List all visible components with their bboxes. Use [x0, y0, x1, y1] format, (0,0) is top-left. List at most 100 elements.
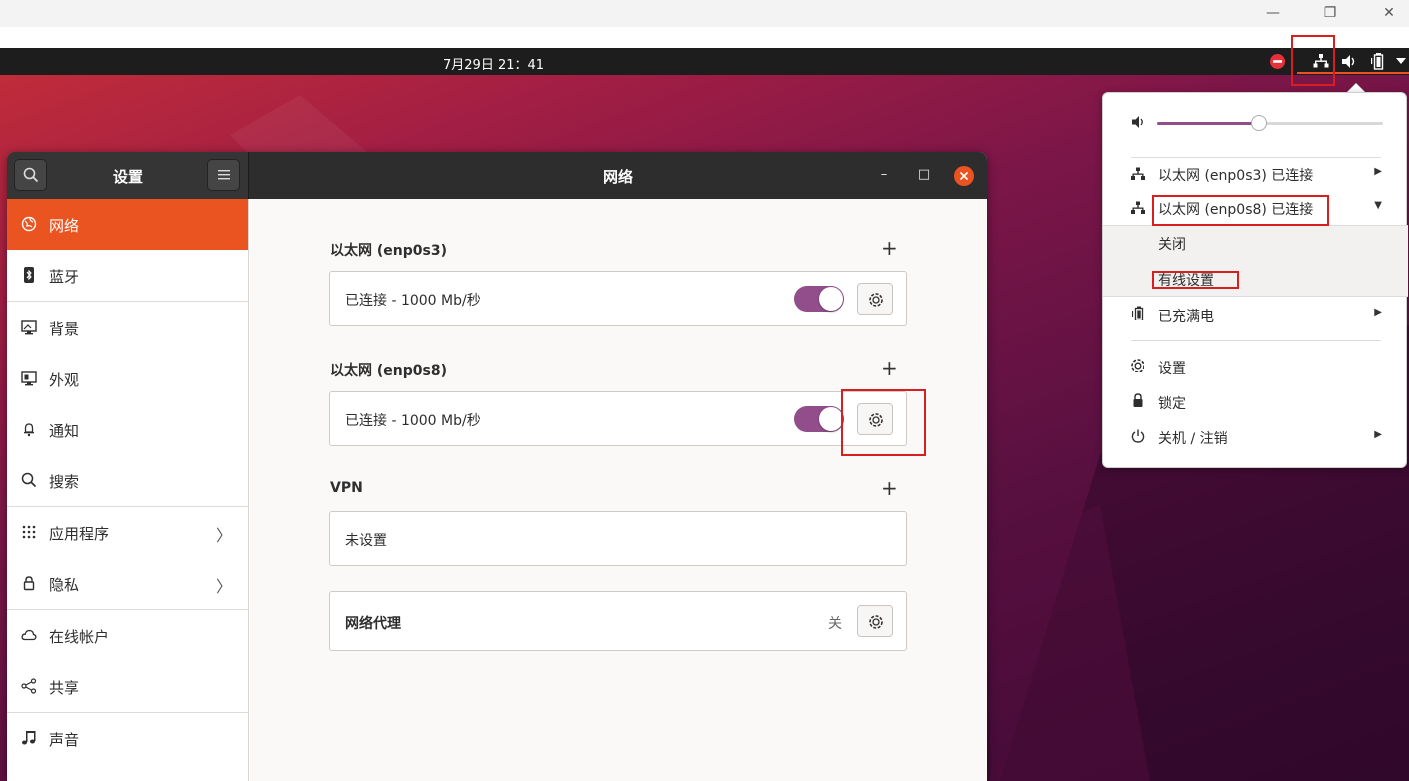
volume-slider-handle[interactable]: [1250, 115, 1267, 131]
menu-item-label: 设置: [1158, 361, 1186, 377]
chevron-down-icon: ▼: [1374, 200, 1382, 211]
battery-icon: [1132, 306, 1144, 320]
hamburger-icon: [218, 170, 230, 180]
section-title-enp0s3: 以太网 (enp0s3): [330, 243, 447, 259]
battery-icon[interactable]: [1370, 52, 1388, 71]
enp0s3-status: 已连接 - 1000 Mb/秒: [345, 293, 481, 309]
menu-item-label: 关机 / 注销: [1158, 431, 1228, 447]
sidebar-item-label: 声音: [49, 731, 80, 749]
sidebar-item-network[interactable]: 网络: [7, 199, 248, 250]
menu-item-power[interactable]: 关机 / 注销 ▶: [1103, 420, 1408, 454]
sidebar-item-sharing[interactable]: 共享: [7, 661, 248, 712]
sidebar-item-label: 应用程序: [49, 525, 110, 543]
settings-sidebar: 网络 蓝牙 背景 外观 通知 搜索 应用程序 〉 隐私 〉 在线帐户 共享 声音: [7, 199, 249, 781]
sidebar-item-online-accounts[interactable]: 在线帐户: [7, 610, 248, 661]
menu-item-lock[interactable]: 锁定: [1103, 385, 1408, 419]
sidebar-item-label: 通知: [49, 422, 80, 440]
menu-item-label: 关闭: [1158, 237, 1186, 253]
menu-item-turn-off[interactable]: 关闭: [1103, 226, 1408, 260]
chevron-right-icon: ▶: [1374, 307, 1382, 318]
system-menu-arrow-icon[interactable]: [1396, 58, 1406, 77]
host-close-button[interactable]: ✕: [1374, 4, 1404, 22]
menu-item-settings[interactable]: 设置: [1103, 350, 1408, 384]
network-proxy-value: 关: [828, 616, 842, 632]
sidebar-item-appearance[interactable]: 外观: [7, 353, 248, 404]
section-title-vpn: VPN: [330, 480, 363, 496]
section-title-enp0s8: 以太网 (enp0s8): [330, 363, 447, 379]
clock[interactable]: 7月29日 21：41: [443, 54, 544, 73]
system-menu: 以太网 (enp0s3) 已连接 ▶ 以太网 (enp0s8) 已连接 ▼ 关闭…: [1102, 92, 1408, 468]
window-close-button[interactable]: [954, 166, 974, 186]
add-enp0s3-button[interactable]: +: [881, 238, 898, 258]
annotation-box-enp0s8-gear: [841, 389, 926, 456]
gear-icon: [1131, 359, 1144, 372]
network-proxy-settings-button[interactable]: [857, 605, 893, 637]
menu-item-label: 以太网 (enp0s3) 已连接: [1158, 168, 1314, 184]
menu-item-wired-settings[interactable]: 有线设置: [1103, 262, 1408, 296]
annotation-box-wired-settings: [1152, 271, 1239, 289]
volume-icon[interactable]: [1341, 54, 1357, 73]
enp0s3-settings-button[interactable]: [857, 283, 893, 315]
network-wired-icon: [1131, 167, 1145, 180]
sidebar-item-applications[interactable]: 应用程序 〉: [7, 507, 248, 558]
volume-icon: [1132, 116, 1143, 128]
vpn-status: 未设置: [345, 533, 387, 549]
sidebar-item-label: 搜索: [49, 473, 80, 491]
vpn-row: 未设置: [329, 511, 907, 566]
sidebar-item-background[interactable]: 背景: [7, 302, 248, 353]
add-enp0s8-button[interactable]: +: [881, 358, 898, 378]
sidebar-item-label: 背景: [49, 320, 80, 338]
gear-icon: [869, 615, 883, 629]
host-toolbar: [0, 27, 1409, 48]
network-content-panel: 以太网 (enp0s3) + 已连接 - 1000 Mb/秒 以太网 (enp0…: [250, 199, 987, 781]
add-vpn-button[interactable]: +: [881, 478, 898, 498]
chevron-right-icon: 〉: [215, 577, 232, 596]
sidebar-item-privacy[interactable]: 隐私 〉: [7, 558, 248, 609]
sidebar-header: 设置: [7, 152, 249, 199]
top-panel: 7月29日 21：41: [0, 48, 1409, 75]
lock-icon: [23, 576, 35, 591]
sidebar-item-search[interactable]: 搜索: [7, 455, 248, 506]
sidebar-item-notifications[interactable]: 通知: [7, 404, 248, 455]
enp0s3-row: 已连接 - 1000 Mb/秒: [329, 271, 907, 326]
sidebar-item-sound[interactable]: 声音: [7, 713, 248, 764]
sidebar-item-label: 在线帐户: [49, 628, 110, 646]
share-icon: [21, 678, 37, 694]
window-minimize-button[interactable]: –: [874, 165, 894, 185]
bluetooth-icon: [24, 267, 34, 283]
music-note-icon: [22, 731, 36, 745]
power-icon: [1131, 429, 1145, 443]
menu-button[interactable]: [207, 159, 240, 191]
enp0s8-row: 已连接 - 1000 Mb/秒: [329, 391, 907, 446]
enp0s8-toggle[interactable]: [794, 406, 844, 432]
cloud-icon: [21, 629, 37, 641]
toggle-knob: [819, 407, 843, 431]
sidebar-item-label: 共享: [49, 679, 80, 697]
menu-item-battery[interactable]: 已充满电 ▶: [1103, 298, 1408, 332]
sidebar-item-bluetooth[interactable]: 蓝牙: [7, 250, 248, 301]
chevron-right-icon: 〉: [215, 526, 232, 545]
settings-header-bar: 设置 网络 – □: [7, 152, 987, 199]
do-not-disturb-icon[interactable]: [1270, 54, 1285, 73]
menu-item-enp0s3[interactable]: 以太网 (enp0s3) 已连接 ▶: [1103, 157, 1408, 191]
gear-icon: [869, 293, 883, 307]
window-maximize-button[interactable]: □: [914, 165, 934, 185]
annotation-box-enp0s8-menu-item: [1152, 195, 1329, 226]
menu-item-label: 已充满电: [1158, 309, 1214, 325]
enp0s8-status: 已连接 - 1000 Mb/秒: [345, 413, 481, 429]
chevron-right-icon: ▶: [1374, 166, 1382, 177]
background-icon: [21, 320, 37, 335]
lock-icon: [1133, 393, 1143, 407]
host-minimize-button[interactable]: —: [1258, 4, 1288, 22]
enp0s3-toggle[interactable]: [794, 286, 844, 312]
search-icon: [21, 472, 37, 488]
enp0s8-submenu: 关闭 有线设置: [1103, 225, 1408, 297]
sidebar-item-label: 隐私: [49, 576, 80, 594]
host-restore-button[interactable]: ❐: [1315, 4, 1345, 22]
annotation-box-network-icon: [1291, 35, 1335, 86]
chevron-right-icon: ▶: [1374, 429, 1382, 440]
network-proxy-label: 网络代理: [345, 616, 401, 632]
settings-window: 设置 网络 – □ 网络 蓝牙 背景 外观 通知 搜索 应用程序 〉 隐私 〉 …: [7, 152, 987, 781]
sidebar-item-label: 蓝牙: [49, 268, 80, 286]
network-proxy-row[interactable]: 网络代理 关: [329, 591, 907, 651]
